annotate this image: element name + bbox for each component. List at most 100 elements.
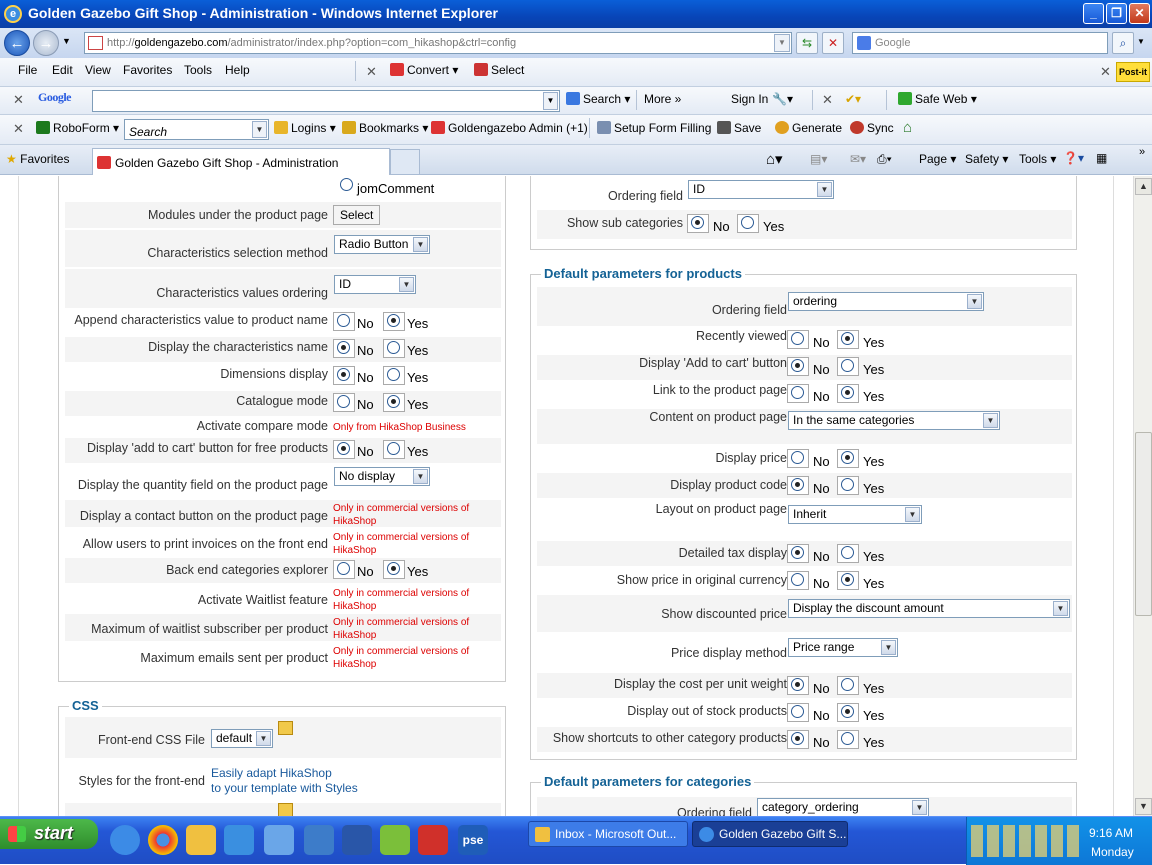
google-signin-link[interactable]: Sign In	[731, 92, 768, 106]
bookmarks-button[interactable]: Bookmarks ▾	[342, 121, 428, 135]
free-cart-no-radio[interactable]	[337, 442, 350, 455]
search-options-icon[interactable]: ▼	[1137, 37, 1145, 46]
append-no-radio[interactable]	[337, 314, 350, 327]
tools-menu[interactable]: Tools ▾	[1019, 152, 1056, 166]
qty-select[interactable]: No display ▼	[334, 467, 430, 486]
menu-favorites[interactable]: Favorites	[123, 63, 172, 77]
tax-yes-radio[interactable]	[841, 546, 854, 559]
char-selection-select[interactable]: Radio Button ▼	[334, 235, 430, 254]
generate-button[interactable]: Generate	[775, 121, 842, 135]
close-norton-icon[interactable]: ✕	[822, 92, 833, 108]
orig-curr-yes-radio[interactable]	[841, 573, 854, 586]
menu-help[interactable]: Help	[225, 63, 250, 77]
styles-link[interactable]: Easily adapt HikaShop to your template wi…	[211, 766, 358, 796]
search-input[interactable]: Google	[852, 32, 1108, 54]
research-icon[interactable]: ▦	[1096, 151, 1107, 165]
shortcuts-yes-radio[interactable]	[841, 732, 854, 745]
layout-select[interactable]: Inherit ▼	[788, 505, 922, 524]
address-dropdown-icon[interactable]: ▼	[774, 34, 790, 52]
tray-icons[interactable]	[971, 825, 1081, 857]
tax-no-radio[interactable]	[791, 546, 804, 559]
google-search-input[interactable]: ▼	[92, 90, 560, 112]
price-yes-radio[interactable]	[841, 451, 854, 464]
taskbar-inbox[interactable]: Inbox - Microsoft Out...	[528, 821, 688, 847]
prod-ordering-select[interactable]: ordering ▼	[788, 292, 984, 311]
minimize-button[interactable]: _	[1083, 3, 1104, 24]
code-yes-radio[interactable]	[841, 478, 854, 491]
backend-no-radio[interactable]	[337, 562, 350, 575]
orig-curr-no-radio[interactable]	[791, 573, 804, 586]
toolbar-overflow-icon[interactable]: »	[1139, 146, 1145, 158]
wrench-icon[interactable]: 🔧▾	[772, 92, 793, 106]
google-more-button[interactable]: More »	[644, 92, 681, 106]
shortcuts-no-radio[interactable]	[791, 732, 804, 745]
setup-form-filling-button[interactable]: Setup Form Filling	[597, 121, 711, 135]
page-menu[interactable]: Page ▾	[919, 152, 956, 166]
safety-menu[interactable]: Safety ▾	[965, 152, 1008, 166]
frontend-css-select[interactable]: default ▼	[211, 729, 273, 748]
outlook-icon[interactable]	[186, 825, 216, 855]
link-no-radio[interactable]	[791, 386, 804, 399]
close-roboform-icon[interactable]: ✕	[13, 121, 24, 137]
char-ordering-select[interactable]: ID ▼	[334, 275, 416, 294]
code-no-radio[interactable]	[791, 478, 804, 491]
google-search-dropdown-icon[interactable]: ▼	[543, 92, 558, 110]
backend-yes-radio[interactable]	[387, 562, 400, 575]
help-icon[interactable]: ❓▾	[1063, 151, 1084, 165]
menu-tools[interactable]: Tools	[184, 63, 212, 77]
stop-icon[interactable]: ✕	[822, 32, 844, 54]
taskbar-ie[interactable]: Golden Gazebo Gift S...	[692, 821, 848, 847]
catalogue-no-radio[interactable]	[337, 395, 350, 408]
discount-select[interactable]: Display the discount amount ▼	[788, 599, 1070, 618]
sub-categories-yes-radio[interactable]	[741, 216, 754, 229]
forward-button[interactable]: →	[33, 30, 59, 56]
photoshop-elements-icon[interactable]: pse	[458, 825, 488, 855]
home-icon[interactable]: ⌂	[903, 119, 912, 136]
stock-no-radio[interactable]	[791, 705, 804, 718]
norton-check-icon[interactable]: ✔▾	[845, 92, 861, 106]
cat-ordering-select[interactable]: ID ▼	[688, 180, 834, 199]
notepad-icon[interactable]	[264, 825, 294, 855]
stock-yes-radio[interactable]	[841, 705, 854, 718]
modules-select-button[interactable]: Select	[333, 205, 381, 225]
scroll-thumb[interactable]	[1135, 432, 1152, 616]
catalogue-yes-radio[interactable]	[387, 395, 400, 408]
price-no-radio[interactable]	[791, 451, 804, 464]
unit-no-radio[interactable]	[791, 678, 804, 691]
roboform-menu[interactable]: RoboForm ▾	[36, 121, 119, 135]
sub-categories-no-radio[interactable]	[691, 216, 704, 229]
postit-icon[interactable]: Post-it	[1116, 62, 1150, 82]
close-google-toolbar-icon[interactable]: ✕	[13, 92, 24, 108]
edit-css-icon[interactable]	[278, 803, 293, 816]
home-cmd-icon[interactable]: ⌂▾	[766, 150, 783, 168]
search-go-icon[interactable]: ⌕	[1112, 32, 1134, 54]
method-select[interactable]: Price range ▼	[788, 638, 898, 657]
camera-icon[interactable]	[418, 825, 448, 855]
roboform-search-dropdown-icon[interactable]: ▼	[252, 121, 267, 138]
new-tab-button[interactable]	[390, 149, 420, 175]
mail-icon[interactable]: ✉▾	[850, 152, 866, 166]
chrome-icon[interactable]	[148, 825, 178, 855]
menu-file[interactable]: File	[18, 63, 37, 77]
network-icon[interactable]	[304, 825, 334, 855]
disp-char-yes-radio[interactable]	[387, 341, 400, 354]
close-button[interactable]: ✕	[1129, 3, 1150, 24]
categories-ordering-select[interactable]: category_ordering ▼	[757, 798, 929, 816]
refresh-icon[interactable]: ⇆	[796, 32, 818, 54]
recent-no-radio[interactable]	[791, 332, 804, 345]
scroll-down-icon[interactable]: ▼	[1135, 798, 1152, 815]
convert-button[interactable]: Convert ▾	[390, 63, 458, 77]
google-search-button[interactable]: Search ▾	[566, 92, 630, 106]
dimensions-yes-radio[interactable]	[387, 368, 400, 381]
disp-char-no-radio[interactable]	[337, 341, 350, 354]
ie-quicklaunch-icon[interactable]	[110, 825, 140, 855]
address-bar[interactable]: http://goldengazebo.com/administrator/in…	[84, 32, 792, 54]
restore-button[interactable]: ❐	[1106, 3, 1127, 24]
menu-edit[interactable]: Edit	[52, 63, 73, 77]
select-button[interactable]: Select	[474, 63, 524, 77]
goldengazebo-admin-button[interactable]: Goldengazebo Admin (+1)	[431, 121, 588, 135]
feeds-icon[interactable]: ▤▾	[810, 152, 827, 166]
favorites-button[interactable]: ★ Favorites	[6, 152, 69, 166]
edit-css-icon[interactable]	[278, 721, 293, 735]
history-dropdown-icon[interactable]: ▼	[62, 36, 71, 46]
